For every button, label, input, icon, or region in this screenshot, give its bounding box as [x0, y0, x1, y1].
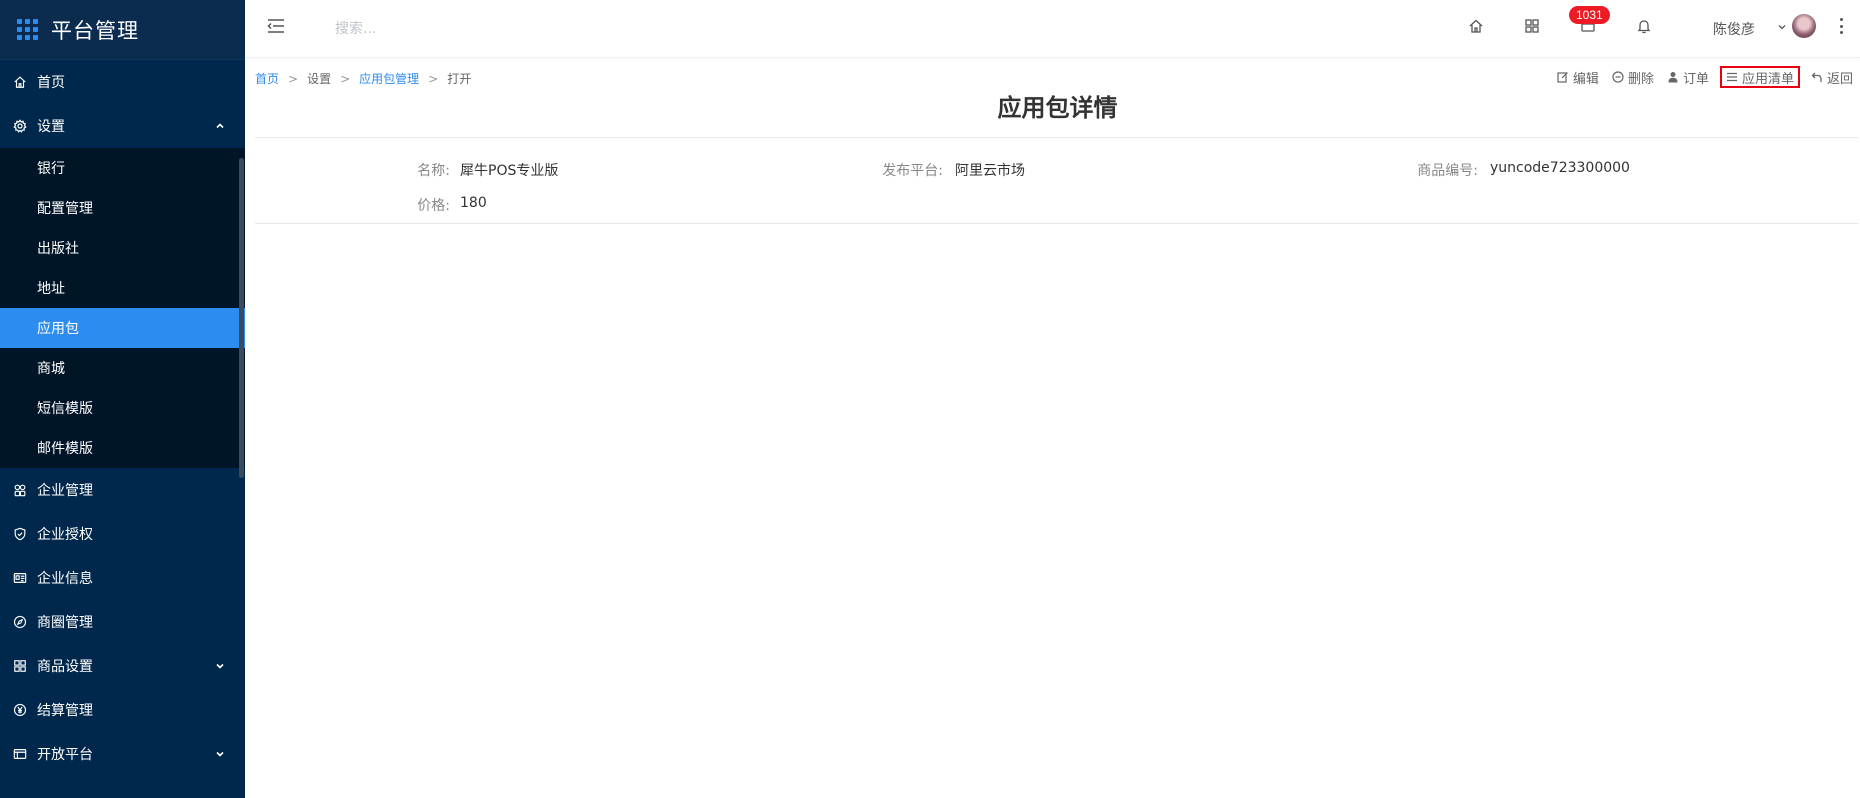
more-vertical-icon[interactable]: [1840, 18, 1844, 34]
sidebar-item-product-settings[interactable]: 商品设置: [0, 644, 245, 688]
sidebar-item-settings[interactable]: 设置: [0, 104, 245, 148]
sidebar-item-label: 企业管理: [37, 483, 93, 499]
back-label: 返回: [1826, 71, 1853, 87]
grid-icon: [13, 659, 27, 673]
id-card-icon: [13, 571, 27, 585]
details-divider: [255, 223, 1858, 224]
breadcrumb-package-mgmt[interactable]: 应用包管理: [359, 70, 419, 87]
sidebar-subitem-address[interactable]: 地址: [0, 268, 245, 308]
sidebar-item-business-district[interactable]: 商圈管理: [0, 600, 245, 644]
breadcrumb-current: 打开: [447, 72, 472, 86]
sidebar-subitem-config[interactable]: 配置管理: [0, 188, 245, 228]
sidebar-item-label: 商圈管理: [37, 615, 93, 631]
logo-grid-icon: [17, 19, 38, 40]
sidebar-item-label: 企业授权: [37, 527, 93, 543]
edit-icon: [1557, 72, 1568, 83]
sidebar-item-label: 商品设置: [37, 659, 93, 675]
gear-icon: [13, 119, 27, 133]
sidebar-item-label: 首页: [37, 75, 65, 91]
main-content: 首页 > 设置 > 应用包管理 > 打开 编辑 删除 订单 应用清单 返回 应用…: [255, 58, 1860, 798]
app-list-label: 应用清单: [1741, 71, 1794, 87]
sidebar-item-home[interactable]: 首页: [0, 60, 245, 104]
page-actions: 编辑 删除 订单 应用清单 返回: [1546, 66, 1855, 88]
code-value: yuncode723300000: [1490, 160, 1630, 176]
back-button[interactable]: 返回: [1809, 66, 1855, 88]
home-icon: [13, 75, 27, 89]
sidebar-subitem-sms-template[interactable]: 短信模版: [0, 388, 245, 428]
back-arrow-icon: [1811, 72, 1822, 82]
page-title: 应用包详情: [997, 94, 1118, 122]
list-icon: [1726, 72, 1737, 82]
name-value: 犀牛POS专业版: [460, 163, 559, 179]
platform-label: 发布平台:: [882, 163, 943, 179]
user-icon: [1668, 72, 1678, 83]
sidebar-subitem-publisher[interactable]: 出版社: [0, 228, 245, 268]
app-logo[interactable]: 平台管理: [0, 0, 245, 60]
shield-icon: [13, 527, 27, 541]
sidebar-item-label: 开放平台: [37, 747, 93, 763]
edit-label: 编辑: [1572, 71, 1599, 87]
sidebar-item-enterprise-info[interactable]: 企业信息: [0, 556, 245, 600]
user-name[interactable]: 陈俊彦: [1713, 19, 1755, 39]
avatar[interactable]: [1792, 14, 1816, 38]
menu-toggle-icon[interactable]: [267, 18, 285, 34]
code-label: 商品编号:: [1417, 163, 1478, 179]
home-icon[interactable]: [1467, 17, 1485, 35]
sidebar-menu: 首页 设置 银行 配置管理 出版社 地址 应用包 商城 短信模版 邮件模版 企业…: [0, 60, 245, 776]
chevron-down-icon: [216, 663, 224, 669]
settings-submenu: 银行 配置管理 出版社 地址 应用包 商城 短信模版 邮件模版: [0, 148, 245, 468]
sidebar-item-enterprise-auth[interactable]: 企业授权: [0, 512, 245, 556]
edit-button[interactable]: 编辑: [1555, 66, 1601, 88]
breadcrumb: 首页 > 设置 > 应用包管理 > 打开: [255, 70, 471, 87]
sidebar-subitem-bank[interactable]: 银行: [0, 148, 245, 188]
sidebar-item-open-platform[interactable]: 开放平台: [0, 732, 245, 776]
bell-icon[interactable]: [1635, 17, 1653, 35]
yen-icon: [13, 703, 27, 717]
breadcrumb-separator: >: [340, 71, 351, 86]
panel-icon: [13, 747, 27, 761]
sidebar-subitem-mall[interactable]: 商城: [0, 348, 245, 388]
name-label: 名称:: [417, 163, 450, 179]
sidebar-item-label: 企业信息: [37, 571, 93, 587]
price-label: 价格:: [417, 198, 450, 214]
sidebar-item-label: 设置: [37, 119, 65, 135]
apps-grid-icon[interactable]: [1523, 17, 1541, 35]
price-value: 180: [460, 195, 487, 211]
app-title: 平台管理: [51, 18, 139, 43]
app-list-button[interactable]: 应用清单: [1719, 66, 1800, 88]
breadcrumb-settings: 设置: [307, 72, 332, 86]
order-button[interactable]: 订单: [1665, 66, 1711, 88]
sidebar-subitem-email-template[interactable]: 邮件模版: [0, 428, 245, 468]
sidebar-item-enterprise-mgmt[interactable]: 企业管理: [0, 468, 245, 512]
enterprise-icon: [13, 483, 27, 497]
title-divider: [255, 137, 1858, 138]
search-input[interactable]: [335, 16, 635, 42]
delete-label: 删除: [1627, 71, 1654, 87]
order-label: 订单: [1682, 71, 1709, 87]
breadcrumb-separator: >: [288, 71, 299, 86]
sidebar: 平台管理 首页 设置 银行 配置管理 出版社 地址 应用包 商城 短信模版 邮件…: [0, 0, 245, 798]
sidebar-scrollbar[interactable]: [239, 158, 244, 478]
delete-button[interactable]: 删除: [1610, 66, 1656, 88]
sidebar-item-settlement[interactable]: 结算管理: [0, 688, 245, 732]
chevron-down-icon[interactable]: [1777, 22, 1787, 32]
chevron-up-icon: [216, 123, 224, 129]
top-header: 1031 陈俊彦: [245, 0, 1860, 58]
breadcrumb-separator: >: [428, 71, 439, 86]
sidebar-item-label: 结算管理: [37, 703, 93, 719]
platform-value: 阿里云市场: [955, 163, 1025, 179]
compass-icon: [13, 615, 27, 629]
chevron-down-icon: [216, 751, 224, 757]
notification-badge: 1031: [1569, 6, 1610, 24]
minus-circle-icon: [1612, 71, 1624, 83]
breadcrumb-home[interactable]: 首页: [255, 70, 279, 87]
sidebar-subitem-app-package[interactable]: 应用包: [0, 308, 245, 348]
